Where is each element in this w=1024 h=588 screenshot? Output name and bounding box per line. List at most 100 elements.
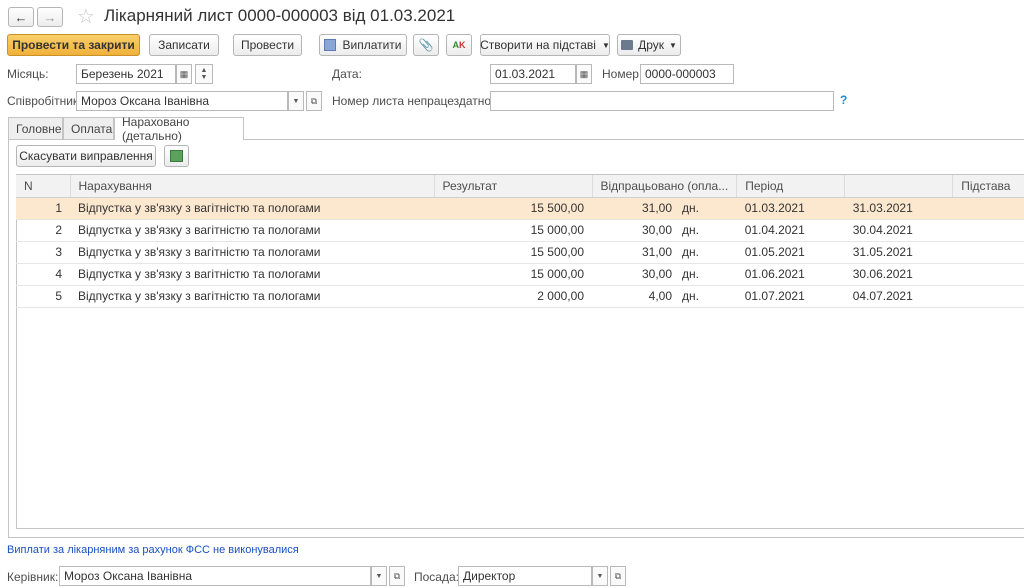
position-field[interactable]: Директор xyxy=(458,566,592,586)
dropdown-arrow-icon: ▼ xyxy=(292,97,300,105)
result-cell: 15 000,00 xyxy=(434,219,592,242)
open-form-icon: ⧉ xyxy=(310,95,318,106)
period-from-cell: 01.05.2021 xyxy=(736,241,845,264)
period-to-cell: 30.06.2021 xyxy=(844,263,953,286)
table-row[interactable]: 5 Відпустка у зв'язку з вагітністю та пол… xyxy=(16,285,1024,308)
payment-icon xyxy=(324,39,337,51)
period-to-cell: 31.03.2021 xyxy=(844,197,953,220)
period-to-cell: 30.04.2021 xyxy=(844,219,953,242)
column-header[interactable]: Нарахування xyxy=(70,175,435,198)
basis-cell xyxy=(952,219,1024,242)
post-and-close-button[interactable]: Провести та закрити xyxy=(7,34,140,56)
employee-field[interactable]: Мороз Оксана Іванівна xyxy=(76,91,288,111)
accrual-cell: Відпустка у зв'язку з вагітністю та поло… xyxy=(70,219,434,242)
accrual-cell: Відпустка у зв'язку з вагітністю та поло… xyxy=(70,285,434,308)
manager-field[interactable]: Мороз Оксана Іванівна xyxy=(59,566,371,586)
employee-dropdown-button[interactable]: ▼ xyxy=(288,91,304,111)
tab-main[interactable]: Головне xyxy=(8,117,63,139)
result-cell: 15 500,00 xyxy=(434,197,592,220)
tab-accrued-detailed[interactable]: Нараховано (детально) xyxy=(114,115,244,143)
row-number: 4 xyxy=(16,263,70,286)
sick-number-label: Номер листа непрацездатності: xyxy=(332,94,509,108)
worked-cell: 31,00 дн. xyxy=(592,197,737,220)
column-header[interactable] xyxy=(844,175,954,198)
column-header[interactable]: Період xyxy=(736,175,846,198)
column-header[interactable]: Результат xyxy=(434,175,593,198)
worked-unit: дн. xyxy=(682,267,699,281)
worked-unit: дн. xyxy=(682,289,699,303)
employee-label: Співробітник: xyxy=(7,94,82,108)
create-based-label: Створити на підставі xyxy=(480,38,596,52)
result-cell: 15 000,00 xyxy=(434,263,592,286)
position-label: Посада: xyxy=(414,570,459,584)
fss-payment-link[interactable]: Виплати за лікарняним за рахунок ФСС не … xyxy=(7,544,299,556)
basis-cell xyxy=(952,241,1024,264)
forward-button[interactable]: → xyxy=(37,7,63,27)
table-row[interactable]: 2 Відпустка у зв'язку з вагітністю та пол… xyxy=(16,219,1024,242)
accrual-cell: Відпустка у зв'язку з вагітністю та поло… xyxy=(70,263,434,286)
position-dropdown-button[interactable]: ▼ xyxy=(592,566,608,586)
period-to-cell: 31.05.2021 xyxy=(844,241,953,264)
column-header[interactable]: Підстава xyxy=(952,175,1024,198)
period-from-cell: 01.07.2021 xyxy=(736,285,845,308)
date-label: Дата: xyxy=(332,67,362,81)
number-field[interactable]: 0000-000003 xyxy=(640,64,734,84)
currency-icon: AK xyxy=(452,40,466,50)
worked-unit: дн. xyxy=(682,223,699,237)
cancel-correction-button[interactable]: Скасувати виправлення xyxy=(16,145,156,167)
paperclip-icon: 📎 xyxy=(418,38,434,52)
month-stepper[interactable]: ▲ ▼ xyxy=(195,64,213,84)
arrow-right-icon: → xyxy=(43,9,57,25)
table-row[interactable]: 4 Відпустка у зв'язку з вагітністю та пол… xyxy=(16,263,1024,286)
worked-unit: дн. xyxy=(682,245,699,259)
pay-button[interactable]: Виплатити xyxy=(319,34,407,56)
table-header-row: N Нарахування Результат Відпрацьовано (о… xyxy=(16,175,1024,198)
manager-label: Керівник: xyxy=(7,570,59,584)
period-from-cell: 01.06.2021 xyxy=(736,263,845,286)
month-field[interactable]: Березень 2021 xyxy=(76,64,176,84)
period-from-cell: 01.03.2021 xyxy=(736,197,845,220)
stepper-up-icon: ▲ xyxy=(200,67,208,74)
attach-button[interactable]: 📎 xyxy=(413,34,439,56)
basis-cell xyxy=(952,263,1024,286)
create-based-button[interactable]: Створити на підставі ▼ xyxy=(480,34,610,56)
accrual-cell: Відпустка у зв'язку з вагітністю та поло… xyxy=(70,197,434,220)
save-button[interactable]: Записати xyxy=(149,34,219,56)
currency-button[interactable]: AK xyxy=(446,34,472,56)
back-button[interactable]: ← xyxy=(8,7,34,27)
sick-number-field[interactable] xyxy=(490,91,834,111)
table-row[interactable]: 1 Відпустка у зв'язку з вагітністю та пол… xyxy=(16,197,1024,220)
position-open-button[interactable]: ⧉ xyxy=(610,566,626,586)
manager-dropdown-button[interactable]: ▼ xyxy=(371,566,387,586)
tab-payment[interactable]: Оплата xyxy=(63,117,114,139)
table-row[interactable]: 3 Відпустка у зв'язку з вагітністю та пол… xyxy=(16,241,1024,264)
dropdown-arrow-icon: ▼ xyxy=(601,40,610,50)
result-cell: 2 000,00 xyxy=(434,285,592,308)
column-header[interactable]: Відпрацьовано (опла... xyxy=(592,175,738,198)
date-calendar-button[interactable]: ▦ xyxy=(576,64,592,84)
basis-cell xyxy=(952,285,1024,308)
period-from-cell: 01.04.2021 xyxy=(736,219,845,242)
worked-unit: дн. xyxy=(682,201,699,215)
calendar-button[interactable]: ▦ xyxy=(176,64,192,84)
favorite-star-icon[interactable]: ☆ xyxy=(77,4,95,29)
month-label: Місяць: xyxy=(7,67,49,81)
employee-open-button[interactable]: ⧉ xyxy=(306,91,322,111)
dropdown-arrow-icon: ▼ xyxy=(375,572,383,580)
post-button[interactable]: Провести xyxy=(233,34,302,56)
stepper-down-icon: ▼ xyxy=(200,74,208,81)
excel-export-button[interactable] xyxy=(164,145,189,167)
manager-open-button[interactable]: ⧉ xyxy=(389,566,405,586)
help-icon[interactable]: ? xyxy=(840,93,847,107)
period-to-cell: 04.07.2021 xyxy=(844,285,953,308)
row-number: 5 xyxy=(16,285,70,308)
date-field[interactable]: 01.03.2021 xyxy=(490,64,576,84)
worked-cell: 30,00 дн. xyxy=(592,219,737,242)
column-header[interactable]: N xyxy=(16,175,71,198)
worked-cell: 31,00 дн. xyxy=(592,241,737,264)
spreadsheet-icon xyxy=(170,150,183,162)
print-button[interactable]: Друк ▼ xyxy=(617,34,681,56)
worked-value: 31,00 xyxy=(641,201,672,215)
calendar-icon: ▦ xyxy=(179,68,189,79)
worked-value: 30,00 xyxy=(641,223,672,237)
